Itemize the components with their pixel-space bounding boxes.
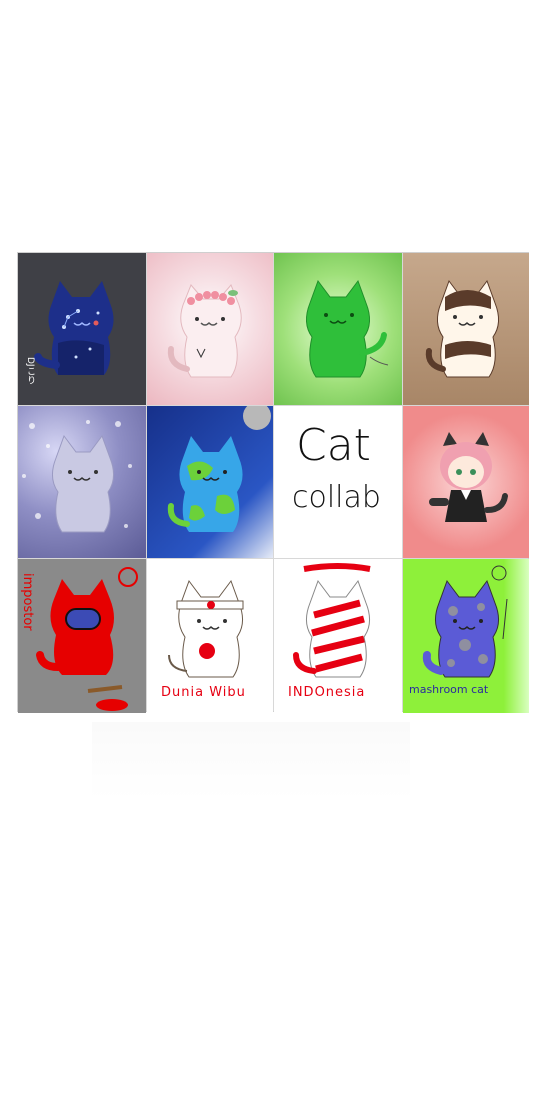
impostor-cat-drawing [36, 567, 138, 711]
tile1-signature: DJこり [25, 357, 35, 385]
tile-green-cat [274, 253, 402, 405]
moon-icon [243, 406, 271, 430]
tile-collab-title: Cat collab [274, 406, 402, 558]
tile-mushroom-cat: mashroom cat [403, 559, 529, 713]
tile-indonesia-cat: INDOnesia [274, 559, 402, 713]
tile-flower-cat [147, 253, 273, 405]
tile-impostor-cat: impostor [18, 559, 146, 713]
anime-girl-drawing [429, 432, 508, 522]
sparkle-cat-drawing [22, 420, 132, 533]
tile-galaxy-cat: DJこり [18, 253, 146, 405]
collab-title-line1: Cat [296, 420, 371, 471]
brown-cat-drawing [425, 279, 499, 378]
flower-cat-drawing [167, 284, 242, 378]
galaxy-cat-drawing [34, 281, 114, 375]
tile-japan-cat: Dunia Wibu [147, 559, 273, 713]
earth-cat-drawing [167, 406, 271, 532]
green-cat-drawing [306, 279, 389, 378]
tile-earth-cat [147, 406, 273, 558]
tile-anime-girl [403, 406, 529, 558]
tile9-caption: impostor [20, 573, 35, 631]
faint-smudge [92, 722, 410, 800]
tile-sparkle-cat [18, 406, 146, 558]
tile-brown-cat [403, 253, 529, 405]
tile11-caption: INDOnesia [288, 685, 366, 700]
collab-title-line2: collab [292, 480, 381, 515]
tile12-caption: mashroom cat [409, 683, 489, 696]
collab-grid: DJこり Cat collab impostor Dunia Wibu INDO… [17, 252, 529, 713]
tile10-caption: Dunia Wibu [161, 685, 246, 700]
